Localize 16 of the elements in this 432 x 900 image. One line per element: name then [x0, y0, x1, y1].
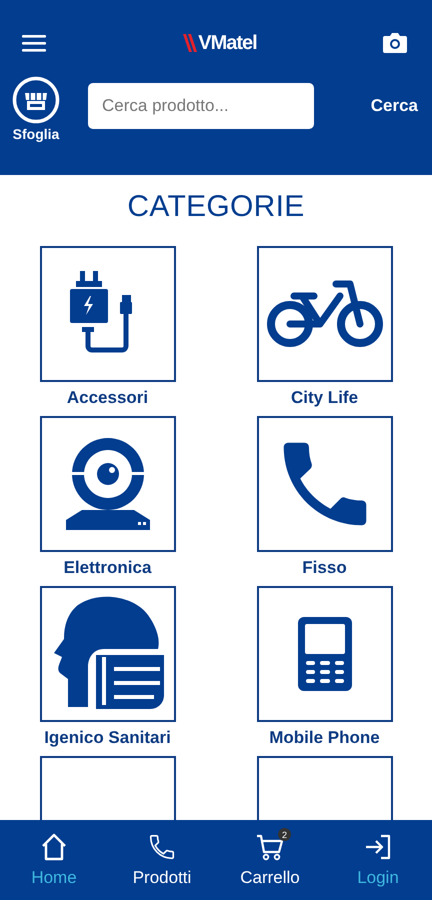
section-title: CATEGORIE: [126, 189, 306, 225]
search-field[interactable]: Cerca prodotto...: [88, 83, 314, 129]
cart-icon: [255, 832, 285, 862]
search-button[interactable]: Cerca: [370, 96, 418, 116]
camera-icon[interactable]: [382, 32, 408, 54]
menu-icon[interactable]: [22, 34, 46, 52]
logo: VMatel: [183, 32, 257, 54]
mobile-phone-icon: [296, 615, 354, 693]
cart-count-badge: 2: [278, 828, 291, 841]
store-icon: [12, 76, 60, 124]
browse-button[interactable]: Sfoglia: [12, 76, 60, 142]
nav-item[interactable]: Login: [333, 832, 423, 888]
nav-item[interactable]: Prodotti: [117, 832, 207, 888]
nav-item[interactable]: Home: [9, 832, 99, 888]
phone-icon: [147, 832, 177, 862]
login-icon: [363, 832, 393, 862]
